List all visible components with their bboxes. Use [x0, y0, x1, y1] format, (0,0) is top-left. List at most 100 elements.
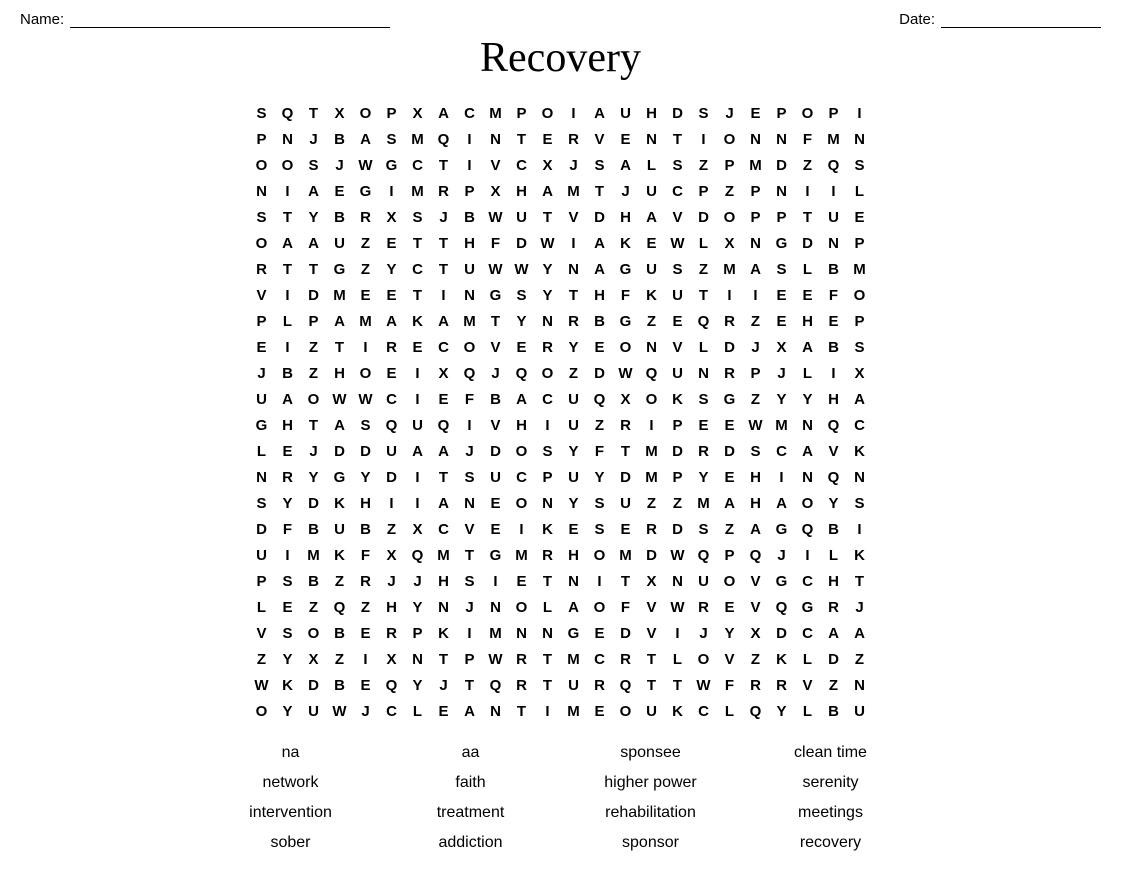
grid-cell: X [717, 230, 743, 256]
grid-cell: P [743, 178, 769, 204]
grid-cell: X [379, 646, 405, 672]
grid-cell: U [561, 672, 587, 698]
grid-cell: O [457, 334, 483, 360]
grid-cell: D [379, 464, 405, 490]
grid-cell: E [613, 126, 639, 152]
grid-cell: Q [691, 308, 717, 334]
grid-cell: Q [509, 360, 535, 386]
grid-cell: A [275, 230, 301, 256]
grid-cell: V [717, 646, 743, 672]
grid-cell: N [795, 464, 821, 490]
grid-cell: P [821, 100, 847, 126]
grid-cell: J [431, 204, 457, 230]
grid-cell: M [509, 542, 535, 568]
grid-cell: A [743, 256, 769, 282]
grid-cell: Q [821, 412, 847, 438]
grid-cell: K [327, 490, 353, 516]
grid-cell: T [613, 568, 639, 594]
grid-cell: B [587, 308, 613, 334]
grid-cell: W [535, 230, 561, 256]
grid-cell: S [691, 386, 717, 412]
grid-cell: Z [301, 360, 327, 386]
grid-cell: X [405, 100, 431, 126]
grid-cell: C [457, 100, 483, 126]
grid-cell: E [587, 334, 613, 360]
grid-cell: A [431, 490, 457, 516]
grid-cell: A [613, 152, 639, 178]
grid-cell: M [405, 126, 431, 152]
grid-cell: D [509, 230, 535, 256]
word-search-grid: SQTXOPXACMPOIAUHDSJEPOPIPNJBASMQINTERVEN… [249, 100, 873, 724]
grid-cell: K [613, 230, 639, 256]
grid-cell: T [639, 646, 665, 672]
date-label: Date: [899, 11, 935, 28]
grid-cell: O [639, 386, 665, 412]
grid-cell: S [587, 490, 613, 516]
grid-cell: C [405, 152, 431, 178]
word-item: clean time [741, 742, 921, 764]
grid-cell: I [431, 282, 457, 308]
grid-cell: H [613, 204, 639, 230]
grid-cell: M [847, 256, 873, 282]
grid-cell: Q [743, 542, 769, 568]
grid-cell: D [327, 438, 353, 464]
grid-cell: K [535, 516, 561, 542]
grid-cell: I [483, 568, 509, 594]
grid-cell: I [457, 620, 483, 646]
grid-cell: Z [821, 672, 847, 698]
grid-cell: Z [639, 308, 665, 334]
grid-cell: T [509, 126, 535, 152]
grid-cell: I [795, 178, 821, 204]
grid-cell: L [795, 360, 821, 386]
grid-cell: I [457, 126, 483, 152]
grid-cell: E [353, 282, 379, 308]
grid-cell: A [353, 126, 379, 152]
grid-cell: D [483, 438, 509, 464]
grid-cell: Q [327, 594, 353, 620]
grid-cell: I [353, 646, 379, 672]
grid-cell: O [691, 646, 717, 672]
grid-cell: S [275, 620, 301, 646]
grid-cell: N [483, 594, 509, 620]
grid-cell: M [691, 490, 717, 516]
grid-cell: R [379, 620, 405, 646]
grid-cell: S [353, 412, 379, 438]
grid-cell: J [327, 152, 353, 178]
grid-cell: B [353, 516, 379, 542]
grid-cell: L [665, 646, 691, 672]
grid-cell: E [483, 490, 509, 516]
grid-cell: F [483, 230, 509, 256]
header-row: Name: Date: [20, 10, 1101, 28]
grid-cell: I [821, 360, 847, 386]
grid-cell: Y [509, 308, 535, 334]
grid-cell: T [535, 204, 561, 230]
grid-cell: J [743, 334, 769, 360]
grid-cell: C [665, 178, 691, 204]
grid-cell: H [379, 594, 405, 620]
grid-cell: B [275, 360, 301, 386]
grid-cell: R [691, 438, 717, 464]
grid-cell: I [795, 542, 821, 568]
grid-cell: E [353, 672, 379, 698]
grid-cell: I [743, 282, 769, 308]
grid-cell: U [665, 282, 691, 308]
grid-cell: C [431, 334, 457, 360]
date-underline[interactable] [941, 10, 1101, 28]
name-underline[interactable] [70, 10, 390, 28]
grid-cell: N [509, 620, 535, 646]
grid-cell: M [483, 100, 509, 126]
grid-cell: W [665, 542, 691, 568]
grid-cell: Y [379, 256, 405, 282]
grid-cell: H [327, 360, 353, 386]
grid-cell: E [821, 308, 847, 334]
grid-cell: U [249, 542, 275, 568]
grid-cell: H [795, 308, 821, 334]
grid-cell: E [769, 282, 795, 308]
grid-cell: A [821, 620, 847, 646]
grid-cell: T [665, 126, 691, 152]
grid-cell: L [795, 698, 821, 724]
grid-cell: A [847, 386, 873, 412]
grid-cell: Y [769, 698, 795, 724]
grid-cell: Z [743, 386, 769, 412]
grid-cell: V [587, 126, 613, 152]
